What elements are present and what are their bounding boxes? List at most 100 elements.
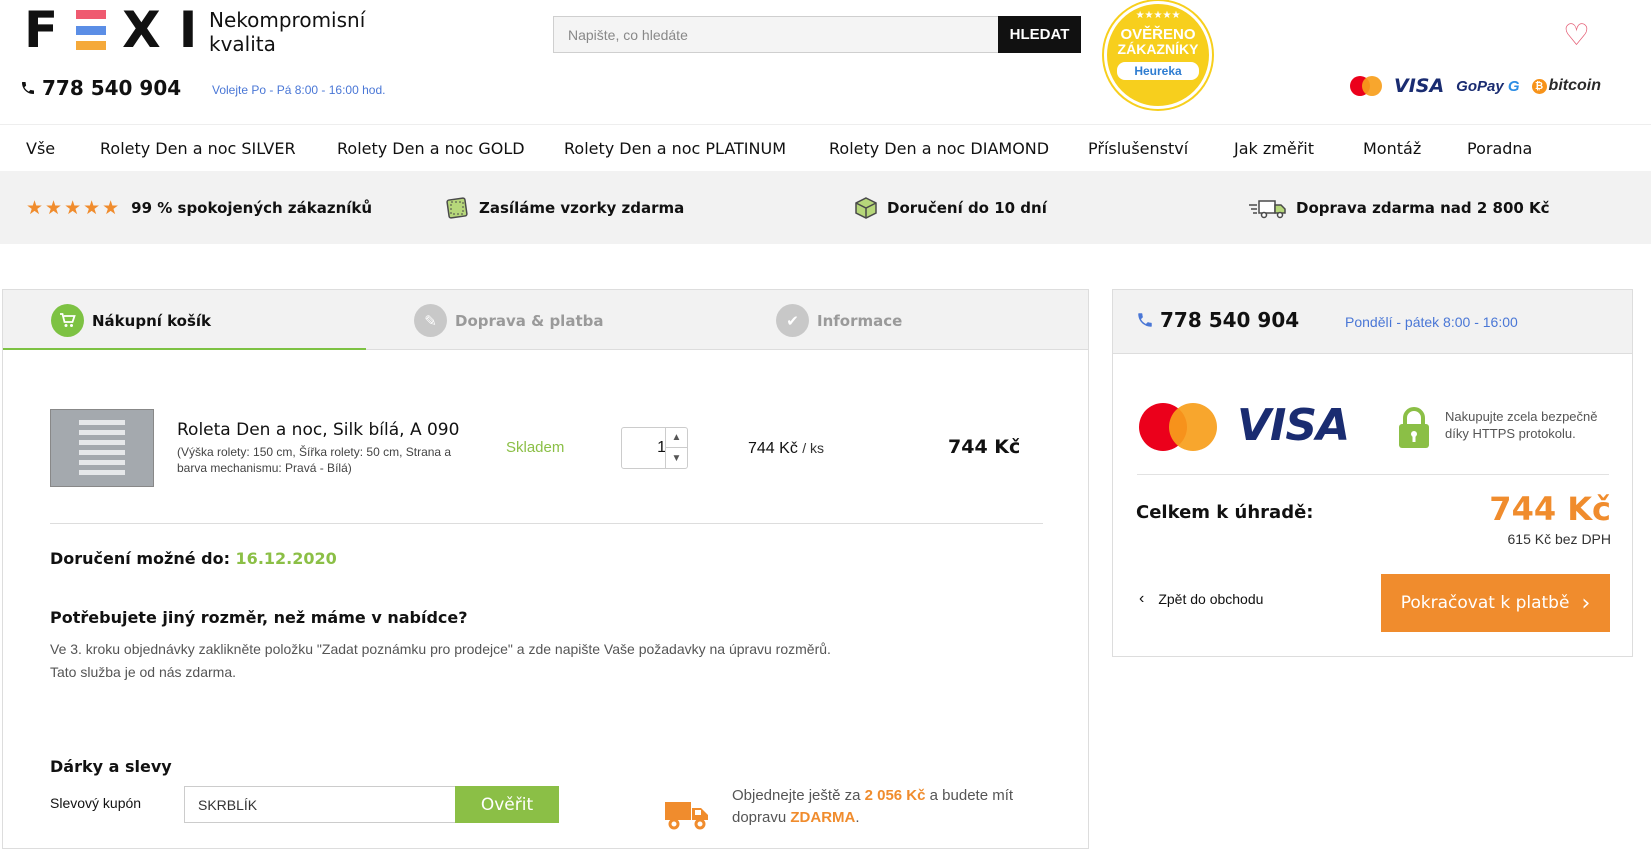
step-info[interactable]: ✔ Informace	[776, 304, 902, 337]
unit-price-value: 744 Kč	[748, 440, 798, 457]
summary-phone[interactable]: 778 540 904	[1136, 308, 1299, 332]
back-to-shop-label: Zpět do obchodu	[1158, 591, 1264, 607]
custom-size-line1: Ve 3. kroku objednávky zaklikněte položk…	[50, 641, 831, 657]
gopay-g: G	[1507, 77, 1520, 95]
badge-stars-icon: ★★★★★	[1135, 10, 1181, 21]
custom-size-title: Potřebujete jiný rozměr, než máme v nabí…	[50, 608, 468, 627]
blind-slat	[79, 470, 125, 475]
tagline-line1: Nekompromisní	[209, 8, 366, 32]
bitcoin-icon: ₿	[1531, 78, 1547, 94]
payment-logos: VISA GoPay G ₿ bitcoin	[1350, 75, 1601, 97]
continue-to-payment-button[interactable]: Pokračovat k platbě ›	[1381, 574, 1610, 632]
quantity-stepper[interactable]: 1 ▲ ▼	[621, 427, 688, 469]
cart-panel: Nákupní košík ✎ Doprava & platba ✔ Infor…	[2, 289, 1089, 849]
nav-item-gold[interactable]: Rolety Den a noc GOLD	[337, 139, 525, 158]
secure-text: Nakupujte zcela bezpečně díky HTTPS prot…	[1445, 409, 1598, 441]
unit-price-unit: / ks	[802, 440, 825, 456]
nav-item-poradna[interactable]: Poradna	[1467, 139, 1532, 158]
logo-letter-e	[76, 10, 107, 50]
samples-icon	[446, 196, 468, 219]
back-to-shop-link[interactable]: ‹ Zpět do obchodu	[1139, 590, 1263, 608]
search-button[interactable]: HLEDAT	[998, 16, 1081, 53]
line-total: 744 Kč	[948, 436, 1021, 458]
custom-size-line2: Tato služba je od nás zdarma.	[50, 664, 236, 680]
usp-satisfied-text: 99 % spokojených zákazníků	[131, 198, 373, 217]
fast-truck-icon	[1249, 199, 1286, 218]
blind-slat	[79, 450, 125, 455]
delivery-date: 16.12.2020	[235, 549, 337, 568]
total-label: Celkem k úhradě:	[1136, 502, 1314, 523]
total-value: 744 Kč	[1489, 490, 1611, 528]
product-name[interactable]: Roleta Den a noc, Silk bílá, A 090	[177, 420, 459, 440]
delivery-estimate: Doručení možné do: 16.12.2020	[50, 549, 337, 568]
delivery-label: Doručení možné do:	[50, 549, 230, 568]
delivery-truck-icon	[665, 802, 708, 830]
usp-samples-text: Zasíláme vzorky zdarma	[479, 198, 685, 217]
usp-satisfied: ★★★★★ 99 % spokojených zákazníků	[26, 171, 372, 244]
product-image[interactable]	[50, 409, 154, 487]
quantity-down-icon[interactable]: ▼	[665, 448, 687, 468]
phone-icon	[1138, 313, 1152, 327]
free-ship-end: .	[855, 809, 860, 826]
nav-item-jak-zmerit[interactable]: Jak změřit	[1234, 139, 1314, 158]
step-shipping[interactable]: ✎ Doprava & platba	[414, 304, 603, 337]
summary-phone-number: 778 540 904	[1160, 308, 1300, 332]
check-icon: ✔	[776, 304, 809, 337]
gopay-logo: GoPay G	[1456, 78, 1519, 95]
fexi-logo[interactable]: F X I	[24, 1, 200, 59]
verify-coupon-button[interactable]: Ověřit	[455, 786, 559, 823]
step-shipping-label: Doprava & platba	[455, 311, 604, 330]
custom-size-text: Ve 3. kroku objednávky zaklikněte položk…	[50, 638, 831, 684]
free-ship-amount: 2 056 Kč	[864, 787, 926, 804]
nav-item-diamond[interactable]: Rolety Den a noc DIAMOND	[829, 139, 1049, 158]
active-step-indicator	[3, 348, 366, 350]
package-icon	[855, 196, 877, 219]
checkout-steps: Nákupní košík ✎ Doprava & platba ✔ Infor…	[3, 290, 1088, 350]
blind-slat	[79, 430, 125, 435]
phone-icon	[22, 82, 34, 94]
blind-slat	[79, 420, 125, 425]
lock-icon	[1399, 407, 1429, 448]
quantity-up-icon[interactable]: ▲	[665, 428, 687, 448]
nav-item-montaz[interactable]: Montáž	[1363, 139, 1421, 158]
quantity-value[interactable]: 1	[626, 428, 666, 468]
step-cart-label: Nákupní košík	[92, 311, 212, 330]
logo-letter-x: X	[122, 1, 163, 59]
blind-slat	[79, 460, 125, 465]
cart-icon	[51, 304, 84, 337]
rating-stars-icon: ★★★★★	[26, 196, 122, 219]
summary-header: 778 540 904 Pondělí - pátek 8:00 - 16:00	[1113, 290, 1632, 354]
header-phone-number: 778 540 904	[42, 76, 182, 100]
free-ship-free: ZDARMA	[790, 809, 856, 826]
tagline: Nekompromisní kvalita	[209, 8, 365, 56]
gifts-title: Dárky a slevy	[50, 757, 172, 776]
nav-item-prislusenstvi[interactable]: Příslušenství	[1088, 139, 1188, 158]
search-input[interactable]: Napište, co hledáte	[553, 16, 999, 53]
usp-bar: ★★★★★ 99 % spokojených zákazníků Zasílám…	[0, 171, 1651, 244]
logo-letter-i: I	[178, 1, 200, 59]
continue-button-label: Pokračovat k platbě	[1400, 593, 1570, 613]
wishlist-heart-icon[interactable]: ♡	[1563, 18, 1590, 53]
nav-item-platinum[interactable]: Rolety Den a noc PLATINUM	[564, 139, 786, 158]
logo-letter-f: F	[24, 1, 61, 59]
badge-line2: ZÁKAZNÍKY	[1117, 41, 1199, 57]
bitcoin-logo: ₿ bitcoin	[1531, 77, 1601, 95]
coupon-input[interactable]: SKRBLÍK	[184, 786, 456, 823]
coupon-label: Slevový kupón	[50, 795, 142, 811]
main-nav: Vše Rolety Den a noc SILVER Rolety Den a…	[0, 124, 1651, 171]
order-summary: 778 540 904 Pondělí - pátek 8:00 - 16:00…	[1112, 289, 1633, 657]
usp-free-shipping-text: Doprava zdarma nad 2 800 Kč	[1296, 198, 1550, 217]
heureka-badge[interactable]: ★★★★★ OVĚŘENO ZÁKAZNÍKY Heureka	[1104, 1, 1212, 109]
usp-delivery-text: Doručení do 10 dní	[887, 198, 1047, 217]
step-cart[interactable]: Nákupní košík	[51, 304, 211, 337]
header-phone[interactable]: 778 540 904	[20, 76, 181, 100]
mastercard-icon	[1350, 76, 1382, 96]
nav-item-vse[interactable]: Vše	[26, 139, 55, 158]
usp-delivery: Doručení do 10 dní	[855, 171, 1047, 244]
usp-free-shipping: Doprava zdarma nad 2 800 Kč	[1248, 171, 1550, 244]
bitcoin-text: bitcoin	[1548, 77, 1601, 94]
header-hours: Volejte Po - Pá 8:00 - 16:00 hod.	[212, 83, 386, 97]
visa-logo: VISA	[1237, 400, 1350, 451]
nav-item-silver[interactable]: Rolety Den a noc SILVER	[100, 139, 296, 158]
free-shipping-notice: Objednejte ještě za 2 056 Kč a budete mí…	[732, 785, 1052, 829]
